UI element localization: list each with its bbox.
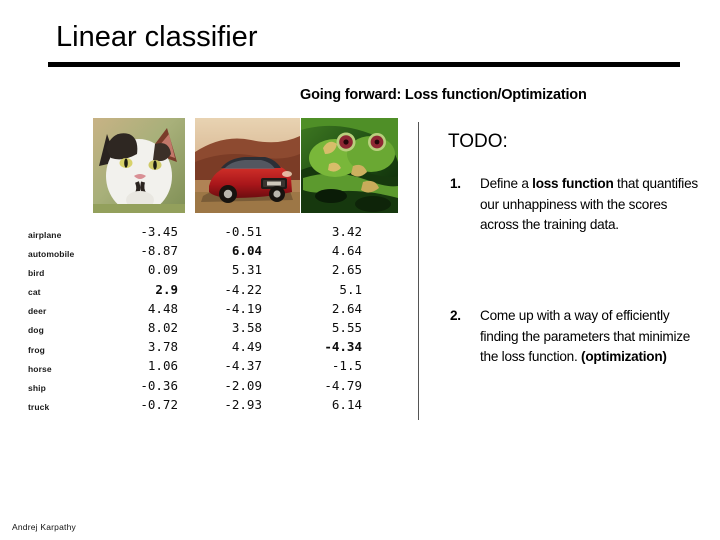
todo-list-item: 2. Come up with a way of efficiently fin… — [450, 306, 702, 368]
score-cell: -4.34 — [324, 339, 362, 355]
cat-image — [93, 118, 185, 213]
footer-author: Andrej Karpathy — [12, 522, 76, 532]
score-cell: -0.72 — [140, 396, 178, 412]
class-label-airplane: airplane — [28, 229, 62, 240]
todo-item-number: 1. — [450, 176, 461, 191]
score-cell: -4.19 — [224, 300, 262, 316]
class-label-truck: truck — [28, 402, 50, 413]
score-table: airplane -3.45 -0.51 3.42 automobile -8.87 6.0… — [28, 224, 372, 416]
score-cell: 4.48 — [147, 300, 178, 316]
todo-list-item: 1. Define a loss function that quantifie… — [450, 174, 702, 236]
score-cell: 8.02 — [147, 319, 178, 335]
subtitle-text: Going forward: Loss function/Optimizatio… — [300, 87, 587, 103]
score-table-row: horse 1.06 -4.37 -1.5 — [28, 358, 372, 377]
class-label-dog: dog — [28, 325, 44, 336]
score-table-row: cat 2.9 -4.22 5.1 — [28, 282, 372, 301]
class-label-automobile: automobile — [28, 248, 75, 259]
score-cell: 3.58 — [231, 319, 262, 335]
todo-text-run: (optimization) — [581, 349, 667, 365]
score-table-row: airplane -3.45 -0.51 3.42 — [28, 224, 372, 243]
class-label-deer: deer — [28, 306, 47, 317]
score-table-row: bird 0.09 5.31 2.65 — [28, 262, 372, 281]
score-cell: -2.93 — [224, 396, 262, 412]
score-cell: -4.79 — [324, 377, 362, 393]
score-cell: -0.51 — [224, 224, 262, 239]
score-cell: -0.36 — [140, 377, 178, 393]
score-cell: 0.09 — [147, 262, 178, 278]
score-cell: 4.64 — [331, 243, 362, 259]
score-cell: 2.65 — [331, 262, 362, 278]
score-cell: 5.1 — [339, 281, 362, 297]
class-label-ship: ship — [28, 383, 46, 393]
todo-heading: TODO: — [448, 131, 508, 152]
vertical-divider — [418, 122, 419, 420]
class-label-horse: horse — [28, 363, 52, 374]
score-cell: 5.31 — [231, 262, 262, 278]
score-table-row: ship -0.36 -2.09 -4.79 — [28, 378, 372, 397]
score-cell: -2.09 — [224, 377, 262, 393]
todo-item-text: Come up with a way of efficiently findin… — [480, 306, 702, 368]
class-label-bird: bird — [28, 267, 45, 278]
class-label-frog: frog — [28, 344, 45, 355]
score-cell: 4.49 — [231, 339, 262, 355]
score-cell: -1.5 — [331, 358, 362, 374]
score-cell: 2.9 — [155, 281, 178, 297]
score-table-row: truck -0.72 -2.93 6.14 — [28, 397, 372, 416]
score-cell: 1.06 — [147, 358, 178, 374]
score-cell: 2.64 — [331, 300, 362, 316]
score-table-row: automobile -8.87 6.04 4.64 — [28, 243, 372, 262]
frog-image — [301, 118, 398, 213]
title-divider-rule — [48, 62, 680, 67]
todo-text-run: Define a — [480, 176, 533, 191]
car-image — [195, 118, 300, 213]
score-cell: 6.14 — [331, 396, 362, 412]
class-label-cat: cat — [28, 287, 41, 298]
score-cell: -4.22 — [224, 281, 262, 297]
score-table-row: dog 8.02 3.58 5.55 — [28, 320, 372, 339]
score-cell: -8.87 — [140, 243, 178, 259]
score-cell: 3.42 — [331, 224, 362, 239]
todo-item-text: Define a loss function that quantifies o… — [480, 174, 702, 236]
score-cell: 5.55 — [331, 319, 362, 335]
score-cell: -3.45 — [140, 224, 178, 239]
todo-item-number: 2. — [450, 308, 461, 323]
page-title: Linear classifier — [56, 21, 258, 53]
score-table-row: frog 3.78 4.49 -4.34 — [28, 339, 372, 358]
score-cell: -4.37 — [224, 358, 262, 374]
score-cell: 6.04 — [231, 243, 262, 259]
score-table-row: deer 4.48 -4.19 2.64 — [28, 301, 372, 320]
todo-text-run: loss function — [532, 176, 614, 191]
score-cell: 3.78 — [147, 339, 178, 355]
